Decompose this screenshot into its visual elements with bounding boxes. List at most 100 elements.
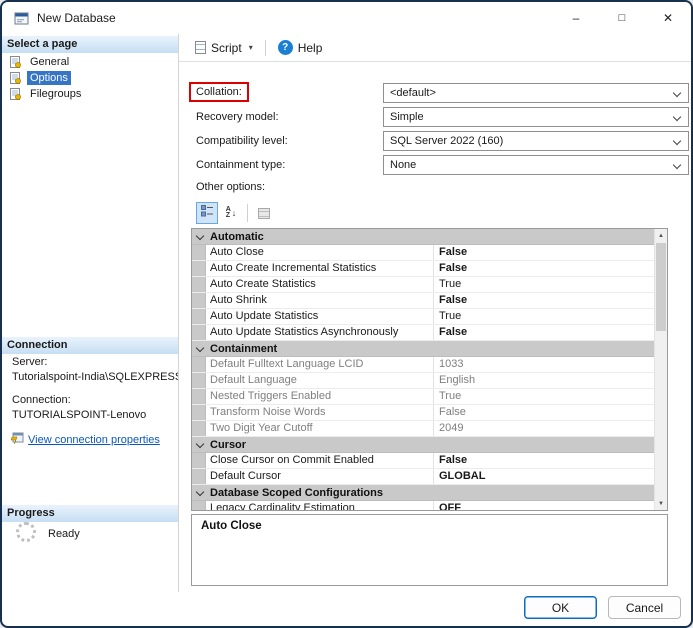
category-name: Containment <box>210 342 278 355</box>
ok-button[interactable]: OK <box>524 596 597 619</box>
property-name: Auto Shrink <box>206 293 434 308</box>
connection-link-row: View connection properties <box>10 432 160 448</box>
property-name: Two Digit Year Cutoff <box>206 421 434 436</box>
field-combobox[interactable]: SQL Server 2022 (160) <box>383 131 689 151</box>
property-value[interactable]: True <box>434 277 654 292</box>
property-value[interactable]: False <box>434 325 654 340</box>
row-indent <box>192 325 206 340</box>
scroll-up-icon[interactable]: ▲ <box>655 229 667 242</box>
description-panel: Auto Close <box>191 514 668 586</box>
property-row[interactable]: Auto Close False <box>192 245 654 261</box>
field-combobox[interactable]: None <box>383 155 689 175</box>
close-icon[interactable]: ✕ <box>645 2 691 34</box>
collapse-chevron-icon[interactable] <box>195 343 205 352</box>
sidebar-item-general[interactable]: General <box>2 54 178 70</box>
property-name: Auto Update Statistics <box>206 309 434 324</box>
progress-status: Ready <box>48 528 80 540</box>
toolbar: Script ▾ ? Help <box>179 34 691 62</box>
view-connection-properties-link[interactable]: View connection properties <box>28 434 160 446</box>
property-value[interactable]: True <box>434 309 654 324</box>
sidebar-item-filegroups[interactable]: Filegroups <box>2 86 178 102</box>
category-name: Database Scoped Configurations <box>210 486 383 499</box>
property-row[interactable]: Default Cursor GLOBAL <box>192 469 654 485</box>
categorized-button[interactable] <box>196 202 218 224</box>
scroll-down-icon[interactable]: ▼ <box>655 497 667 510</box>
property-value[interactable]: False <box>434 405 654 420</box>
sidebar-item-options[interactable]: Options <box>2 70 178 86</box>
sort-arrow-icon: ↓ <box>231 208 237 218</box>
field-label: Compatibility level: <box>196 135 288 147</box>
field-combobox[interactable]: Simple <box>383 107 689 127</box>
property-pages-button[interactable] <box>253 202 275 224</box>
row-indent <box>192 373 206 388</box>
property-row[interactable]: Default Fulltext Language LCID 1033 <box>192 357 654 373</box>
combobox-value: <default> <box>390 87 436 99</box>
property-row[interactable]: Nested Triggers Enabled True <box>192 389 654 405</box>
connection-properties-icon <box>10 432 24 448</box>
minimize-icon[interactable]: – <box>553 2 599 34</box>
property-category-row[interactable]: Containment <box>192 341 654 357</box>
property-row[interactable]: Auto Create Statistics True <box>192 277 654 293</box>
field-label: Recovery model: <box>196 111 279 123</box>
property-value[interactable]: English <box>434 373 654 388</box>
scrollbar[interactable]: ▲ ▼ <box>654 229 667 510</box>
row-indent <box>192 469 206 484</box>
property-pages-icon <box>258 207 270 219</box>
connection-header: Connection <box>2 337 178 354</box>
property-name: Default Cursor <box>206 469 434 484</box>
field-label: Containment type: <box>196 159 286 171</box>
property-value[interactable]: False <box>434 453 654 468</box>
property-value[interactable]: False <box>434 261 654 276</box>
property-category-row[interactable]: Database Scoped Configurations <box>192 485 654 501</box>
row-indent <box>192 389 206 404</box>
toolbar-separator <box>264 39 266 56</box>
property-name: Auto Create Incremental Statistics <box>206 261 434 276</box>
form-field-row: Compatibility level: SQL Server 2022 (160… <box>196 131 689 151</box>
property-row[interactable]: Default Language English <box>192 373 654 389</box>
combobox-value: None <box>390 159 417 171</box>
property-row[interactable]: Auto Create Incremental Statistics False <box>192 261 654 277</box>
collapse-chevron-icon[interactable] <box>195 231 205 240</box>
row-indent <box>192 261 206 276</box>
property-category-row[interactable]: Automatic <box>192 229 654 245</box>
help-button[interactable]: ? Help <box>272 37 329 58</box>
property-value[interactable]: 1033 <box>434 357 654 372</box>
chevron-down-icon <box>672 160 682 170</box>
category-name: Automatic <box>210 230 264 243</box>
chevron-down-icon <box>672 136 682 146</box>
main-panel: Script ▾ ? Help Collation: <default> Recov… <box>178 34 691 592</box>
script-button[interactable]: Script ▾ <box>189 38 259 58</box>
cancel-button[interactable]: Cancel <box>608 596 681 619</box>
collapse-chevron-icon[interactable] <box>195 439 205 448</box>
category-name: Cursor <box>210 438 247 451</box>
property-row[interactable]: Auto Update Statistics True <box>192 309 654 325</box>
property-value[interactable]: True <box>434 389 654 404</box>
property-row[interactable]: Close Cursor on Commit Enabled False <box>192 453 654 469</box>
script-icon <box>195 41 206 54</box>
property-name: Default Language <box>206 373 434 388</box>
scrollbar-thumb[interactable] <box>656 243 666 331</box>
property-row[interactable]: Auto Shrink False <box>192 293 654 309</box>
maximize-icon[interactable]: □ <box>599 2 645 34</box>
field-combobox[interactable]: <default> <box>383 83 689 103</box>
property-value[interactable]: 2049 <box>434 421 654 436</box>
property-value[interactable]: OFF <box>434 501 654 510</box>
pages-list: General Options Filegroups <box>2 54 178 102</box>
connection-label: Connection: <box>12 394 71 406</box>
property-category-row[interactable]: Cursor <box>192 437 654 453</box>
property-row[interactable]: Two Digit Year Cutoff 2049 <box>192 421 654 437</box>
script-dropdown-icon[interactable]: ▾ <box>249 43 253 52</box>
categorized-icon <box>200 204 214 222</box>
collapse-chevron-icon[interactable] <box>195 487 205 496</box>
sidebar: Select a page General Options Filegroups C… <box>2 34 182 592</box>
property-row[interactable]: Transform Noise Words False <box>192 405 654 421</box>
property-value[interactable]: GLOBAL <box>434 469 654 484</box>
property-row[interactable]: Legacy Cardinality Estimation OFF <box>192 501 654 510</box>
property-name: Default Fulltext Language LCID <box>206 357 434 372</box>
property-value[interactable]: False <box>434 293 654 308</box>
property-value[interactable]: False <box>434 245 654 260</box>
row-indent <box>192 453 206 468</box>
app-icon <box>14 11 29 26</box>
property-row[interactable]: Auto Update Statistics Asynchronously Fal… <box>192 325 654 341</box>
sort-alphabetical-button[interactable]: A Z ↓ <box>220 202 242 224</box>
